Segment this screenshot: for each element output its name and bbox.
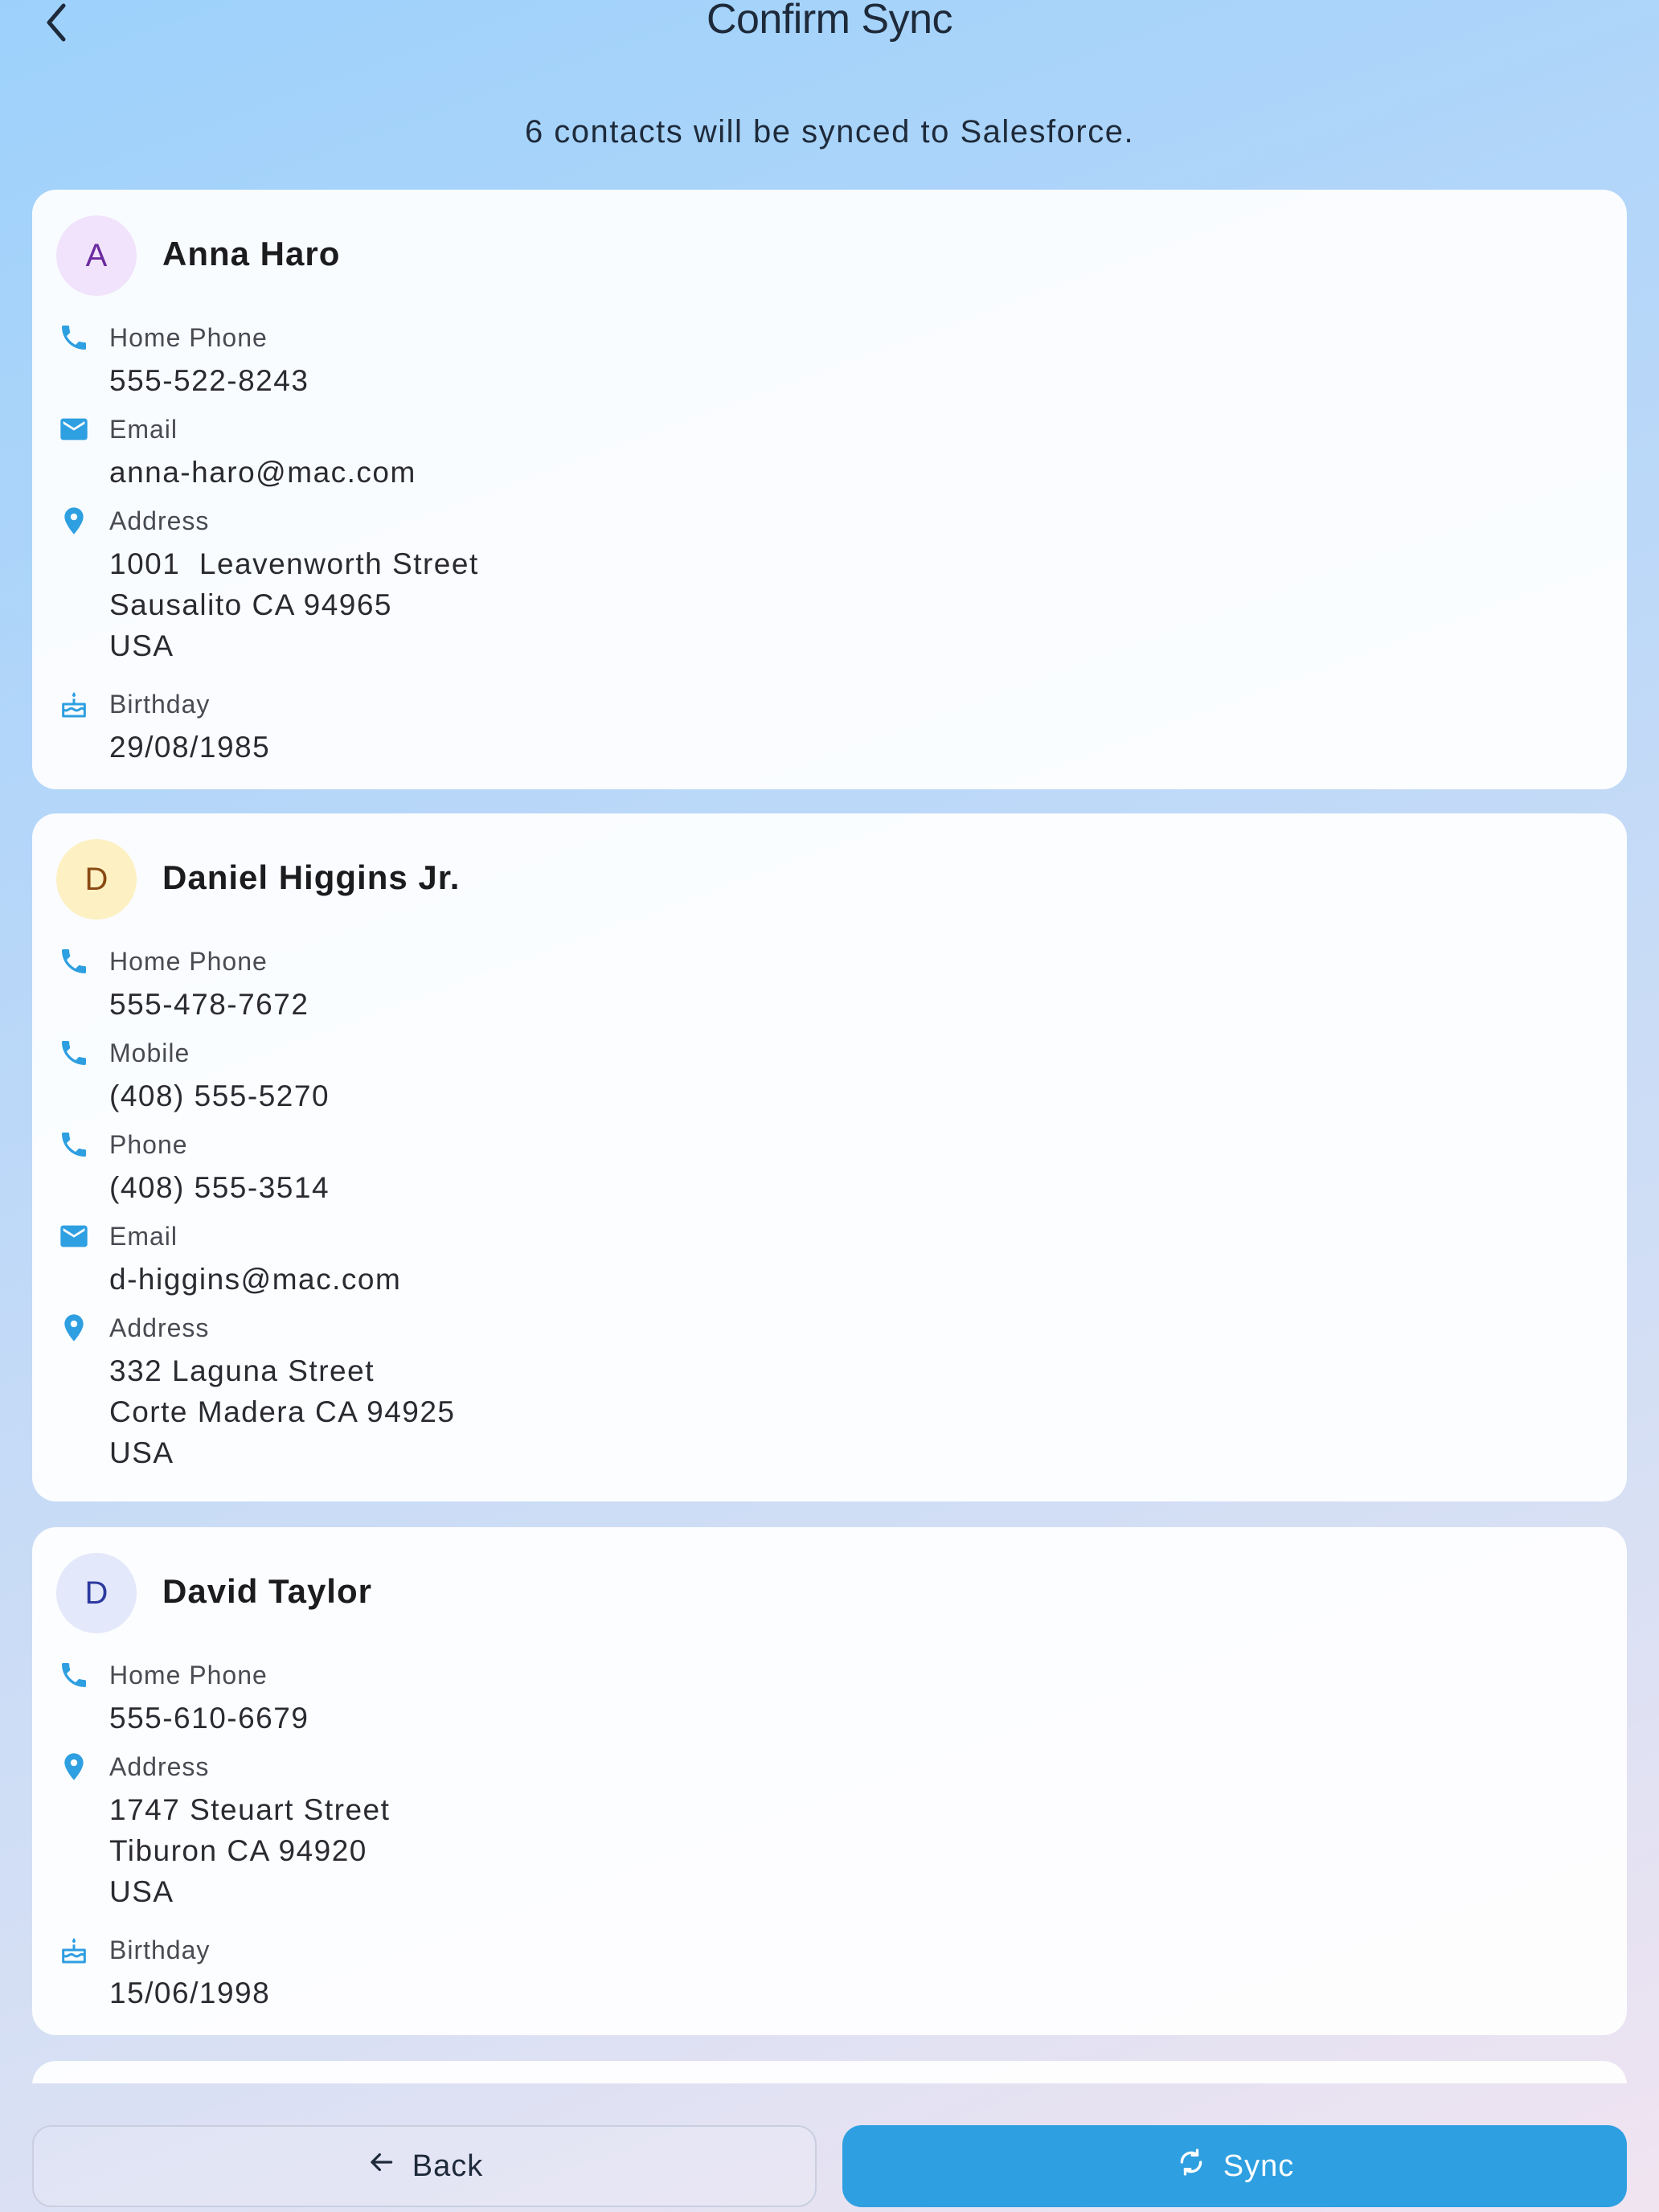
contact-name: Anna Haro (162, 235, 341, 272)
field-value: 332 Laguna Street Corte Madera CA 94925 … (109, 1354, 456, 1469)
field-value: 555-478-7672 (109, 988, 309, 1021)
phone-icon (56, 1127, 92, 1162)
field-label: Address (109, 1752, 210, 1781)
field-value: 1001 Leavenworth Street Sausalito CA 949… (109, 547, 479, 662)
arrow-left-icon (366, 2147, 396, 2185)
avatar: D (56, 839, 137, 920)
field-label: Mobile (109, 1038, 190, 1067)
birthday-cake-icon (56, 686, 92, 722)
phone-icon (56, 1035, 92, 1071)
field-label: Address (109, 506, 210, 535)
sync-icon (1175, 2146, 1207, 2186)
field-label: Email (109, 415, 178, 444)
field-value: anna-haro@mac.com (109, 456, 416, 489)
email-icon (56, 412, 92, 447)
location-pin-icon (56, 1310, 92, 1346)
field-label: Birthday (109, 1936, 211, 1964)
field-label: Home Phone (109, 947, 268, 976)
contact-card: D David Taylor Home Phone 555-610-6679 A… (32, 1527, 1627, 2035)
sync-button-label: Sync (1223, 2149, 1295, 2183)
contact-list[interactable]: A Anna Haro Home Phone 555-522-8243 Emai… (32, 190, 1627, 2083)
phone-icon (56, 944, 92, 979)
contact-card-partial (32, 2061, 1627, 2083)
field-value: 15/06/1998 (109, 1976, 271, 2009)
location-pin-icon (56, 503, 92, 539)
sync-button[interactable]: Sync (842, 2125, 1627, 2207)
phone-icon (56, 1657, 92, 1693)
page-title: Confirm Sync (706, 0, 953, 43)
field-value: d-higgins@mac.com (109, 1263, 402, 1296)
avatar: A (56, 215, 137, 296)
field-value: 29/08/1985 (109, 731, 271, 764)
field-value: 1747 Steuart Street Tiburon CA 94920 USA (109, 1793, 391, 1908)
header: Confirm Sync (0, 0, 1659, 56)
field-label: Birthday (109, 690, 211, 719)
avatar: D (56, 1553, 137, 1633)
field-label: Address (109, 1313, 210, 1342)
field-value: 555-610-6679 (109, 1702, 309, 1735)
field-label: Phone (109, 1130, 188, 1159)
contact-name: Daniel Higgins Jr. (162, 858, 461, 896)
back-button-label: Back (412, 2149, 484, 2183)
field-label: Home Phone (109, 323, 268, 352)
email-icon (56, 1219, 92, 1254)
field-value: (408) 555-5270 (109, 1079, 330, 1112)
location-pin-icon (56, 1749, 92, 1784)
phone-icon (56, 320, 92, 355)
contact-name: David Taylor (162, 1572, 372, 1610)
back-button[interactable]: Back (32, 2125, 817, 2207)
field-label: Email (109, 1222, 178, 1251)
sync-summary: 6 contacts will be synced to Salesforce. (524, 114, 1135, 150)
field-label: Home Phone (109, 1661, 268, 1690)
contact-card: D Daniel Higgins Jr. Home Phone 555-478-… (32, 813, 1627, 1501)
contact-card: A Anna Haro Home Phone 555-522-8243 Emai… (32, 190, 1627, 789)
field-value: 555-522-8243 (109, 364, 309, 397)
field-value: (408) 555-3514 (109, 1171, 330, 1204)
birthday-cake-icon (56, 1932, 92, 1968)
